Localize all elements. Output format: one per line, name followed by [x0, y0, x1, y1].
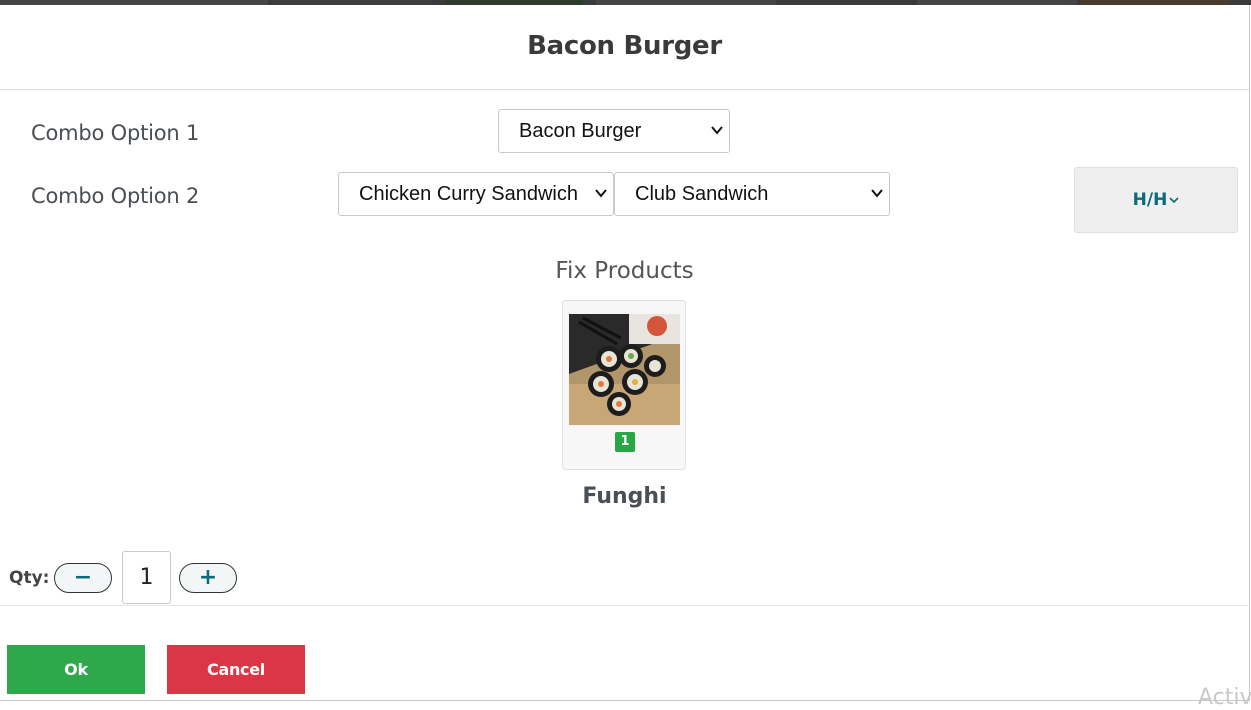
product-name: Funghi: [582, 484, 667, 509]
modal-header: Bacon Burger: [0, 5, 1249, 90]
minus-icon: −: [73, 565, 93, 590]
hh-label: H/H: [1132, 190, 1168, 210]
qty-label: Qty:: [9, 568, 50, 588]
qty-decrement-button[interactable]: −: [54, 563, 112, 593]
product-image: [569, 314, 680, 425]
combo-option-2-select-1[interactable]: Chicken Curry Sandwich: [338, 172, 614, 216]
fix-products-heading: Fix Products: [555, 258, 694, 284]
combo-option-2-label: Combo Option 2: [31, 184, 200, 208]
product-count-badge: 1: [615, 432, 635, 452]
qty-input[interactable]: 1: [122, 551, 171, 604]
activation-watermark: Activ: [1198, 685, 1251, 710]
combo-option-1-select[interactable]: Bacon Burger: [498, 109, 730, 153]
combo-option-1-value: Bacon Burger: [519, 120, 642, 142]
combo-option-2-select-2[interactable]: Club Sandwich: [614, 172, 890, 216]
qty-increment-button[interactable]: +: [179, 563, 237, 593]
chevron-down-icon: [711, 110, 725, 152]
cancel-button[interactable]: Cancel: [167, 645, 305, 694]
modal-title: Bacon Burger: [527, 31, 722, 61]
hh-dropdown-button[interactable]: H/H: [1074, 167, 1238, 233]
combo-option-1-label: Combo Option 1: [31, 121, 200, 145]
combo-modal: Bacon Burger Combo Option 1 Bacon Burger…: [0, 5, 1251, 710]
plus-icon: +: [198, 565, 218, 590]
product-card[interactable]: 1: [562, 300, 686, 470]
chevron-down-icon: [871, 173, 885, 215]
chevron-down-icon: [1169, 167, 1179, 231]
combo-option-2-value-2: Club Sandwich: [635, 183, 769, 205]
combo-option-2-value-1: Chicken Curry Sandwich: [359, 183, 578, 205]
chevron-down-icon: [595, 173, 609, 215]
ok-button[interactable]: Ok: [7, 645, 145, 694]
footer-divider: [0, 605, 1249, 606]
